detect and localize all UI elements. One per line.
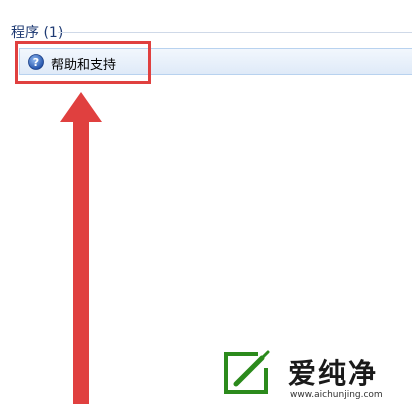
annotation-arrow-up: [60, 92, 102, 404]
watermark: 爱纯净 www.aichunjing.com: [218, 350, 412, 404]
section-divider: [58, 32, 412, 33]
watermark-url: www.aichunjing.com: [290, 390, 383, 400]
programs-section-header: 程序 (1): [11, 25, 64, 41]
watermark-title: 爱纯净: [288, 357, 379, 390]
watermark-logo-icon: [224, 350, 270, 394]
annotation-highlight-box: [15, 41, 151, 84]
